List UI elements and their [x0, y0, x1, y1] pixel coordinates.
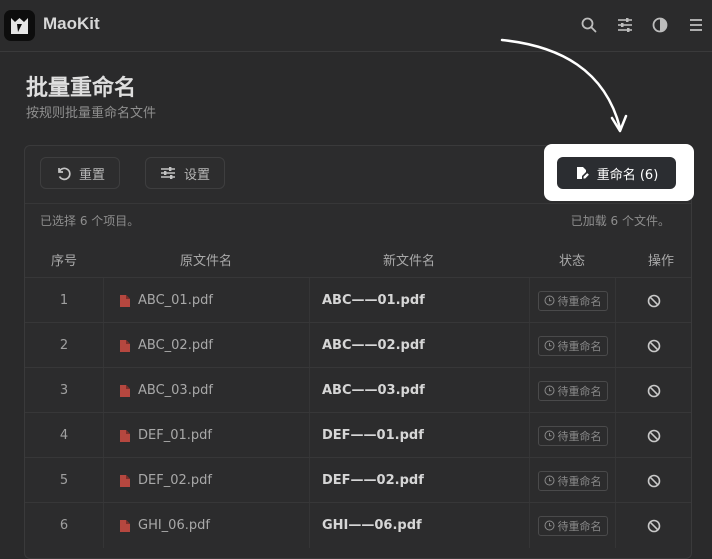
status-badge: 待重命名 — [537, 380, 608, 401]
status-cell: 待重命名 — [529, 278, 615, 323]
table-row: 3 ABC_03.pdf ABC——03.pdf 待重命名 — [25, 368, 691, 413]
action-cell — [615, 503, 691, 548]
pdf-file-icon — [120, 384, 130, 397]
action-cell — [615, 278, 691, 323]
menu-icon[interactable] — [687, 16, 705, 34]
row-divider — [25, 367, 691, 368]
settings-button[interactable]: 设置 — [145, 157, 226, 189]
theme-toggle-icon[interactable] — [651, 16, 669, 34]
page-title: 批量重命名 — [26, 76, 137, 101]
rename-button-label: 重命名 (6) — [596, 167, 659, 183]
pdf-file-icon — [120, 429, 130, 442]
clock-icon — [544, 295, 554, 306]
status-cell: 待重命名 — [529, 458, 615, 503]
exclude-icon[interactable] — [647, 339, 661, 353]
new-filename: DEF——01.pdf — [309, 413, 529, 458]
clock-icon — [544, 475, 554, 486]
table-row: 1 ABC_01.pdf ABC——01.pdf 待重命名 — [25, 278, 691, 323]
row-index: 2 — [59, 338, 69, 353]
status-badge: 待重命名 — [537, 470, 608, 491]
pdf-file-icon — [120, 294, 130, 307]
clock-icon — [544, 340, 554, 351]
row-index: 5 — [59, 473, 69, 488]
row-divider — [25, 322, 691, 323]
pdf-file-icon — [120, 519, 130, 532]
original-filename: ABC_01.pdf — [103, 278, 309, 323]
clock-icon — [544, 385, 554, 396]
new-filename: DEF——02.pdf — [309, 458, 529, 503]
file-edit-icon — [576, 167, 589, 179]
clock-icon — [544, 520, 554, 531]
row-index: 3 — [59, 383, 69, 398]
original-filename: GHI_06.pdf — [103, 503, 309, 548]
table-row: 6 GHI_06.pdf GHI——06.pdf 待重命名 — [25, 503, 691, 548]
selected-count: 已选择 6 个项目。 — [40, 214, 140, 228]
action-cell — [615, 368, 691, 413]
top-bar: MaoKit — [0, 0, 712, 52]
exclude-icon[interactable] — [647, 294, 661, 308]
exclude-icon[interactable] — [647, 474, 661, 488]
column-header-index: 序号 — [50, 254, 77, 269]
action-cell — [615, 323, 691, 368]
original-filename: ABC_02.pdf — [103, 323, 309, 368]
new-filename: ABC——03.pdf — [309, 368, 529, 413]
settings-button-label: 设置 — [184, 167, 211, 183]
page-subtitle: 按规则批量重命名文件 — [26, 106, 157, 121]
loaded-count: 已加载 6 个文件。 — [570, 214, 670, 228]
search-icon[interactable] — [580, 16, 598, 34]
original-filename: DEF_02.pdf — [103, 458, 309, 503]
action-cell — [615, 413, 691, 458]
table-row: 4 DEF_01.pdf DEF——01.pdf 待重命名 — [25, 413, 691, 458]
cat-logo-icon — [11, 18, 28, 34]
column-header-new: 新文件名 — [382, 254, 435, 269]
row-index: 1 — [59, 293, 69, 308]
exclude-icon[interactable] — [647, 384, 661, 398]
status-cell: 待重命名 — [529, 503, 615, 548]
row-divider — [25, 457, 691, 458]
action-cell — [615, 458, 691, 503]
status-badge: 待重命名 — [537, 335, 608, 356]
column-header-action: 操作 — [647, 254, 674, 269]
app-name: MaoKit — [43, 14, 100, 33]
status-badge: 待重命名 — [537, 515, 608, 536]
new-filename: ABC——01.pdf — [309, 278, 529, 323]
status-cell: 待重命名 — [529, 368, 615, 413]
table-row: 2 ABC_02.pdf ABC——02.pdf 待重命名 — [25, 323, 691, 368]
new-filename: ABC——02.pdf — [309, 323, 529, 368]
clock-icon — [544, 430, 554, 441]
row-index: 4 — [59, 428, 69, 443]
column-header-original: 原文件名 — [179, 254, 232, 269]
exclude-icon[interactable] — [647, 519, 661, 533]
table-row: 5 DEF_02.pdf DEF——02.pdf 待重命名 — [25, 458, 691, 503]
column-header-status: 状态 — [558, 254, 585, 269]
reset-button[interactable]: 重置 — [40, 157, 121, 189]
row-divider — [25, 412, 691, 413]
new-filename: GHI——06.pdf — [309, 503, 529, 548]
row-divider — [25, 502, 691, 503]
status-badge: 待重命名 — [537, 290, 608, 311]
sliders-icon[interactable] — [616, 16, 634, 34]
reset-button-label: 重置 — [79, 167, 106, 183]
app-logo[interactable] — [4, 10, 35, 41]
exclude-icon[interactable] — [647, 429, 661, 443]
undo-icon — [58, 167, 71, 181]
status-badge: 待重命名 — [537, 425, 608, 446]
status-cell: 待重命名 — [529, 323, 615, 368]
divider — [25, 203, 691, 204]
rename-button[interactable]: 重命名 (6) — [557, 157, 676, 189]
pdf-file-icon — [120, 474, 130, 487]
original-filename: ABC_03.pdf — [103, 368, 309, 413]
row-index: 6 — [59, 518, 69, 533]
original-filename: DEF_01.pdf — [103, 413, 309, 458]
status-cell: 待重命名 — [529, 413, 615, 458]
sliders-icon — [161, 167, 175, 179]
pdf-file-icon — [120, 339, 130, 352]
